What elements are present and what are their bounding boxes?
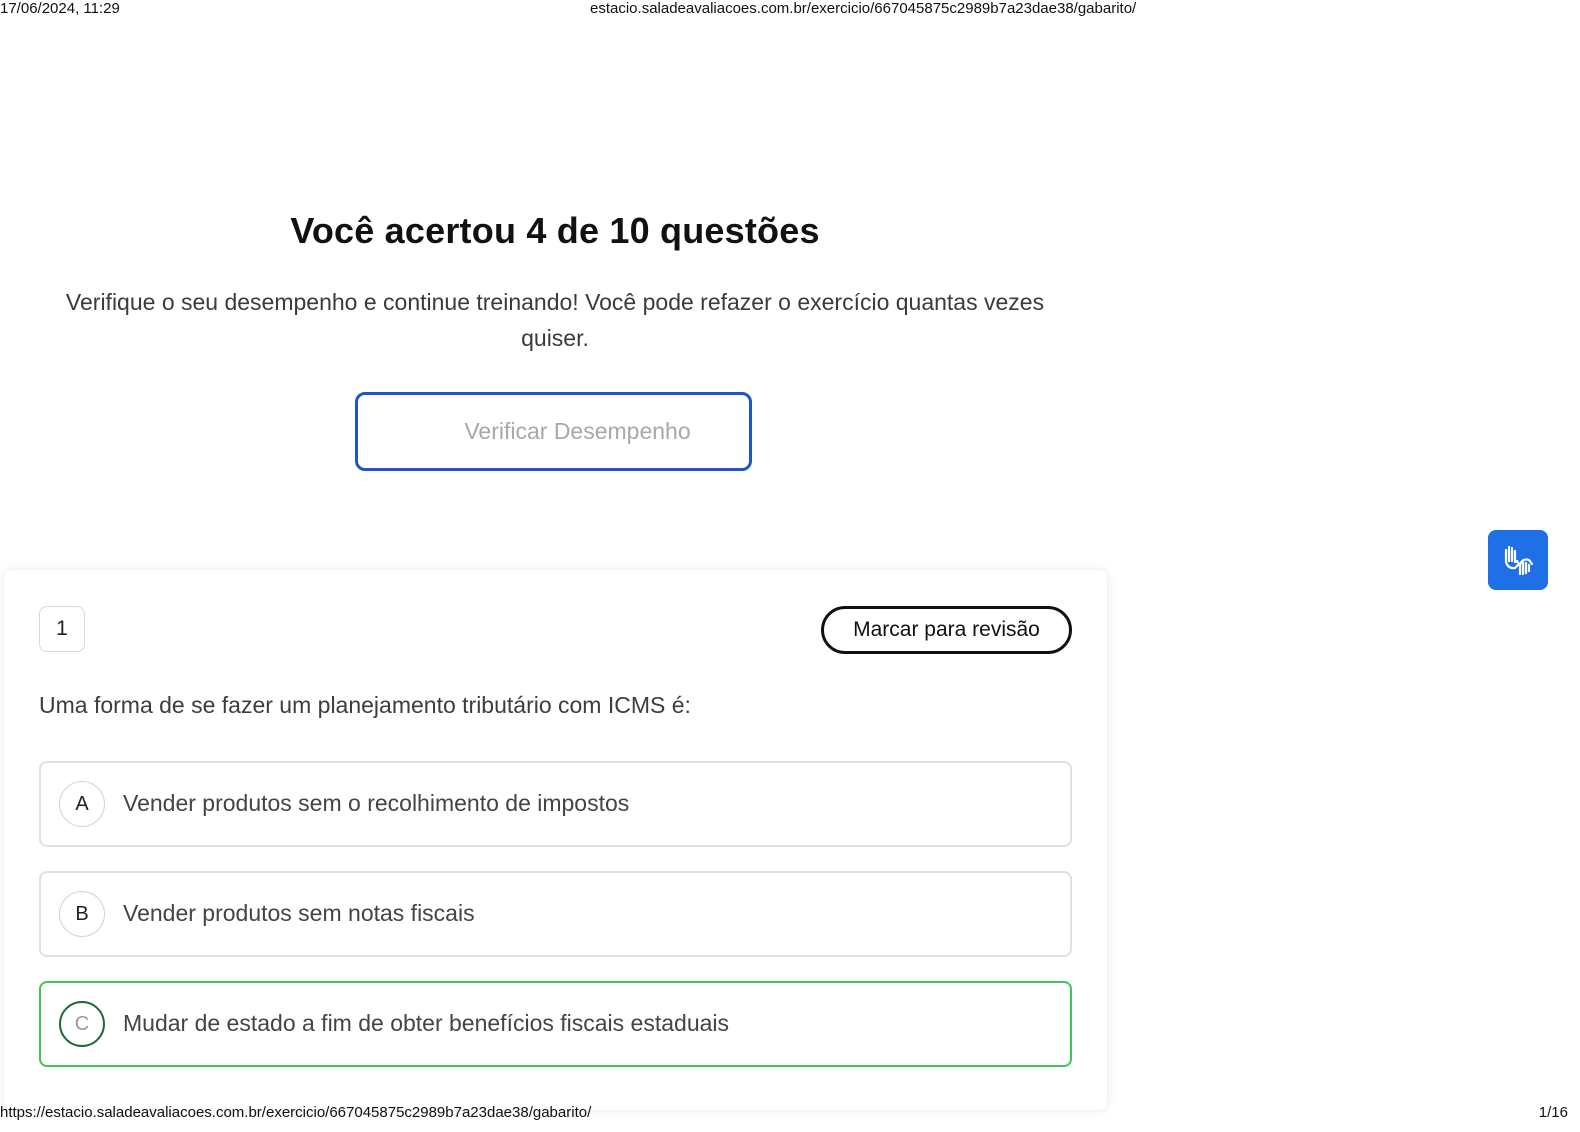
option-c-correct[interactable]: C Mudar de estado a fim de obter benefíc… (39, 981, 1072, 1067)
result-subtitle: Verifique o seu desempenho e continue tr… (65, 289, 1045, 351)
question-card: 1 Marcar para revisão Uma forma de se fa… (4, 570, 1107, 1110)
sign-language-hands-icon (1504, 545, 1534, 576)
print-footer: https://estacio.saladeavaliacoes.com.br/… (0, 1104, 1580, 1124)
option-text: Mudar de estado a fim de obter benefício… (123, 1010, 730, 1036)
print-page-url: estacio.saladeavaliacoes.com.br/exercici… (590, 0, 1137, 17)
question-text: Uma forma de se fazer um planejamento tr… (39, 692, 691, 718)
verify-performance-button[interactable]: Verificar Desempenho (355, 392, 752, 471)
question-number-badge: 1 (39, 606, 85, 652)
option-letter-badge: C (59, 1001, 105, 1047)
print-page-indicator: 1/16 (1538, 1104, 1568, 1121)
sign-language-widget-button[interactable] (1488, 530, 1548, 590)
option-text: Vender produtos sem o recolhimento de im… (123, 790, 630, 816)
print-footer-url: https://estacio.saladeavaliacoes.com.br/… (0, 1104, 592, 1121)
mark-for-review-button[interactable]: Marcar para revisão (821, 606, 1072, 654)
option-a[interactable]: A Vender produtos sem o recolhimento de … (39, 761, 1072, 847)
option-letter-badge: A (59, 781, 105, 827)
option-letter-badge: B (59, 891, 105, 937)
print-header: 17/06/2024, 11:29 estacio.saladeavaliaco… (0, 0, 1580, 18)
verify-performance-label: Verificar Desempenho (464, 418, 691, 444)
option-b[interactable]: B Vender produtos sem notas fiscais (39, 871, 1072, 957)
option-text: Vender produtos sem notas fiscais (123, 900, 475, 926)
result-title: Você acertou 4 de 10 questões (290, 210, 820, 251)
print-datetime: 17/06/2024, 11:29 (0, 0, 120, 17)
